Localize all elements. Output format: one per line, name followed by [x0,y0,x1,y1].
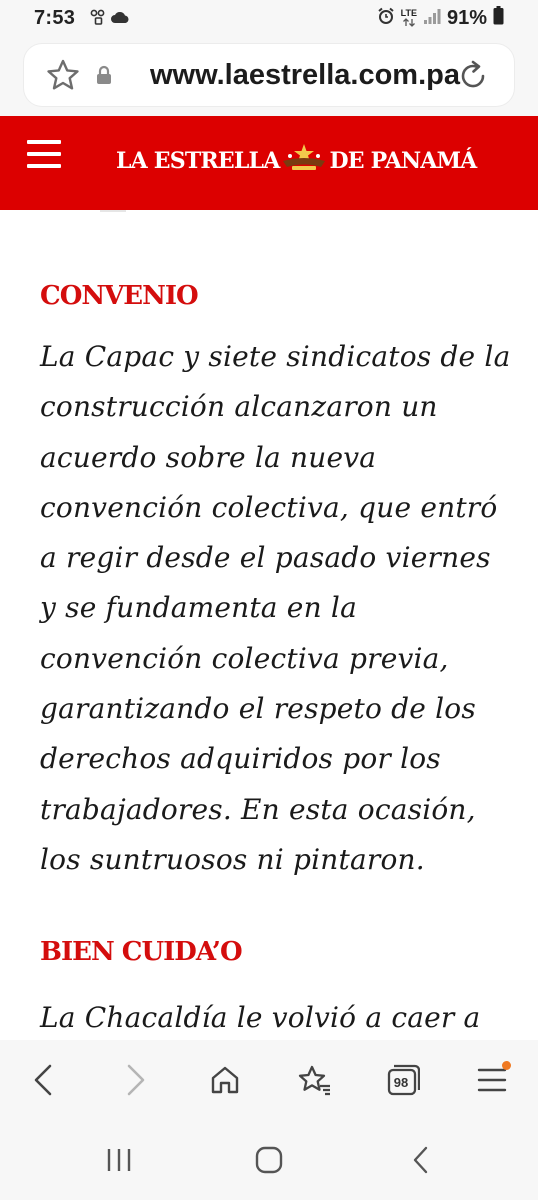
browser-toolbar: 98 [0,1040,538,1120]
data-arrows-icon [402,18,415,27]
bookmarks-star-icon [298,1065,330,1096]
site-header: LA ESTRELLA DE PANAMÁ [0,116,538,210]
logo-text-left: LA ESTRELLA [116,148,280,174]
bookmarks-button[interactable] [292,1060,336,1100]
notification-dot [502,1061,511,1070]
home-nav-icon [255,1146,283,1174]
menu-lines-icon [477,1068,507,1092]
tab-count: 98 [393,1074,409,1090]
tabs-button[interactable]: 98 [381,1060,425,1100]
recent-apps-button[interactable] [99,1142,139,1178]
back-button[interactable] [21,1060,65,1100]
status-left-icons [90,9,130,30]
bookmark-star-icon[interactable] [46,59,80,95]
section-body-convenio: La Capac y siete sindicatos de la constr… [40,332,510,885]
logo-text-right: DE PANAMÁ [329,148,477,174]
cloud-icon [110,10,130,29]
status-bar: 7:53 LTE 91% [0,0,538,36]
recent-apps-icon [107,1149,131,1171]
body-line: los suntruosos ni pintaron. [40,842,425,876]
reload-icon[interactable] [456,59,490,97]
section-body-bien-cuidao: La Chacaldía le volvió a caer a [40,993,510,1040]
home-button[interactable] [203,1060,247,1100]
back-nav-button[interactable] [401,1142,441,1178]
body-line: convención colectiva previa, [40,641,449,675]
body-line: construcción alcanzaron un [40,390,438,424]
section-heading-convenio: CONVENIO [40,281,199,311]
url-text[interactable]: www.laestrella.com.pa [150,59,472,92]
system-nav-bar [0,1120,538,1200]
body-line: trabajadores. En esta ocasión, [40,792,476,826]
site-logo[interactable]: LA ESTRELLA DE PANAMÁ [116,141,477,181]
body-line: La Chacaldía le volvió a caer a [40,1001,481,1034]
battery-icon [493,6,504,30]
lte-indicator: LTE [401,9,417,27]
home-icon [211,1066,239,1094]
section-heading-bien-cuidao: BIEN CUIDA’O [40,937,243,967]
body-line: derechos adquiridos por los [40,742,441,776]
forward-arrow-icon [127,1064,145,1096]
status-time: 7:53 [34,7,76,29]
menu-icon[interactable] [27,140,61,170]
body-line: acuerdo sobre la nueva [40,440,377,474]
lte-label: LTE [400,8,417,18]
body-line: a regir desde el pasado viernes [40,541,491,575]
body-line: y se fundamenta en la [40,591,357,625]
lock-icon [96,65,112,89]
star-emblem-icon [281,143,327,179]
body-line: La Capac y siete sindicatos de la [40,340,511,373]
menu-button[interactable] [470,1060,514,1100]
back-nav-icon [413,1146,428,1174]
battery-percent: 91% [446,6,487,29]
forward-button[interactable] [114,1060,158,1100]
signal-icon [423,7,441,30]
article-content: CONVENIO La Capac y siete sindicatos de … [0,210,538,1040]
address-bar[interactable]: www.laestrella.com.pa [24,44,514,106]
status-right: LTE 91% [377,6,504,30]
home-nav-button[interactable] [249,1142,289,1178]
link-notification-icon [90,9,106,30]
body-line: convención colectiva, que entró [40,490,498,524]
browser-address-area: www.laestrella.com.pa [0,36,538,116]
body-line: garantizando el respeto de los [40,692,476,726]
back-arrow-icon [34,1064,52,1096]
article-top-divider [100,210,126,212]
alarm-icon [377,7,395,30]
